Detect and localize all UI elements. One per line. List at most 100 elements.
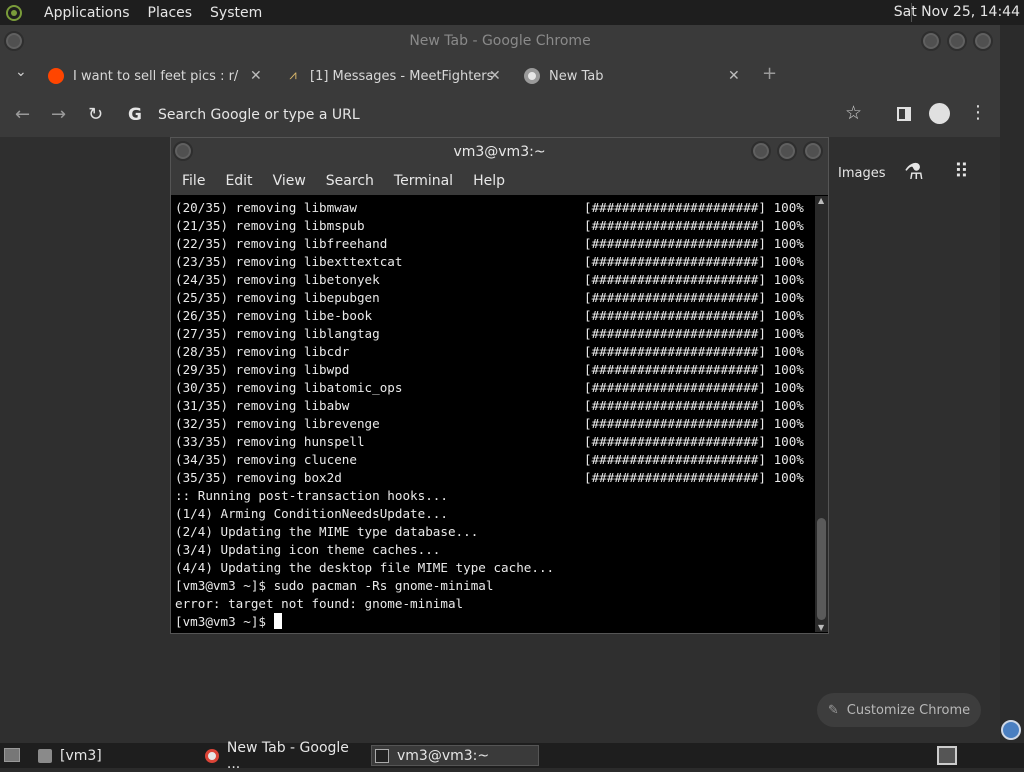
maximize-button[interactable] — [947, 31, 967, 51]
tab-close-icon[interactable]: ✕ — [250, 68, 262, 84]
removal-text: (25/35) removing libepubgen — [175, 290, 380, 305]
progress-percent: 100% — [773, 272, 804, 287]
progress-bar-text: [######################] — [584, 470, 774, 485]
profile-avatar-icon[interactable] — [929, 103, 950, 124]
reddit-icon — [48, 68, 64, 84]
taskbar-item-folder[interactable]: [vm3] — [38, 745, 198, 766]
terminal-line: (35/35) removing box2d [#################… — [175, 469, 816, 487]
minimize-button[interactable] — [751, 141, 771, 161]
terminal-line: (33/35) removing hunspell [##############… — [175, 433, 816, 451]
removal-text: (26/35) removing libe-book — [175, 308, 373, 323]
menu-edit[interactable]: Edit — [225, 173, 252, 189]
text-cursor — [273, 613, 282, 629]
tab-reddit[interactable]: I want to sell feet pics : r/side ✕ — [48, 61, 266, 91]
tab-meetfighters[interactable]: ⩘ [1] Messages - MeetFighters ✕ — [285, 61, 507, 91]
tab-close-icon[interactable]: ✕ — [728, 68, 740, 84]
menu-terminal[interactable]: Terminal — [394, 173, 453, 189]
minimize-button[interactable] — [921, 31, 941, 51]
window-menu-button[interactable] — [173, 141, 193, 161]
terminal-output[interactable]: (20/35) removing libmwaw [###############… — [171, 196, 816, 632]
progress-bar-text: [######################] — [584, 290, 774, 305]
progress-percent: 100% — [773, 254, 804, 269]
terminal-line: (22/35) removing libfreehand [###########… — [175, 235, 816, 253]
labs-flask-icon[interactable]: ⚗ — [904, 160, 924, 185]
workspace-switcher[interactable] — [937, 746, 957, 765]
menu-applications[interactable]: Applications — [44, 5, 130, 21]
terminal-titlebar[interactable]: vm3@vm3:~ — [171, 138, 828, 166]
taskbar-item-chrome[interactable]: New Tab - Google ... — [205, 740, 365, 772]
terminal-line: (31/35) removing libabw [################… — [175, 397, 816, 415]
menu-file[interactable]: File — [182, 173, 205, 189]
menu-help[interactable]: Help — [473, 173, 505, 189]
terminal-line: (3/4) Updating icon theme caches... — [175, 542, 441, 557]
terminal-line: (23/35) removing libexttextcat [#########… — [175, 253, 816, 271]
network-globe-icon[interactable] — [1001, 720, 1021, 740]
scroll-down-icon[interactable]: ▼ — [818, 623, 824, 632]
terminal-menubar: File Edit View Search Terminal Help — [171, 166, 828, 195]
clock[interactable]: Sat Nov 25, 14:44 — [894, 4, 1020, 20]
progress-bar-text: [######################] — [584, 344, 774, 359]
show-desktop-icon[interactable] — [4, 748, 20, 762]
terminal-line: (20/35) removing libmwaw [###############… — [175, 199, 816, 217]
omnibox[interactable]: G Search Google or type a URL — [118, 98, 878, 132]
progress-bar-text: [######################] — [584, 218, 774, 233]
progress-bar-text: [######################] — [584, 236, 774, 251]
chrome-titlebar[interactable]: New Tab - Google Chrome — [0, 25, 1000, 57]
google-g-icon: G — [128, 105, 142, 125]
progress-percent: 100% — [773, 416, 804, 431]
bookmark-star-icon[interactable]: ☆ — [845, 102, 862, 124]
back-arrow-icon[interactable]: ← — [15, 104, 30, 125]
close-button[interactable] — [973, 31, 993, 51]
kebab-menu-icon[interactable]: ⋮ — [969, 102, 987, 123]
tab-new-tab[interactable]: New Tab ✕ — [524, 61, 742, 91]
top-panel: Applications Places System Sat Nov 25, 1… — [0, 0, 1024, 25]
progress-bar-text: [######################] — [584, 416, 774, 431]
new-tab-plus-icon[interactable]: + — [762, 63, 777, 84]
forward-arrow-icon[interactable]: → — [51, 104, 66, 125]
removal-lines: (20/35) removing libmwaw [###############… — [175, 199, 816, 487]
customize-chrome-button[interactable]: ✎ Customize Chrome — [817, 693, 981, 727]
close-button[interactable] — [803, 141, 823, 161]
scroll-up-icon[interactable]: ▲ — [818, 196, 824, 205]
terminal-line: (2/4) Updating the MIME type database... — [175, 524, 479, 539]
terminal-window: vm3@vm3:~ File Edit View Search Terminal… — [170, 137, 829, 634]
tab-search-chevron-icon[interactable]: ⌄ — [15, 64, 27, 80]
taskbar-item-terminal[interactable]: vm3@vm3:~ — [371, 745, 539, 766]
tail-lines: :: Running post-transaction hooks... (1/4… — [175, 487, 816, 613]
removal-text: (35/35) removing box2d — [175, 470, 342, 485]
progress-bar-text: [######################] — [584, 308, 774, 323]
menu-system[interactable]: System — [210, 5, 262, 21]
progress-bar-text: [######################] — [584, 326, 774, 341]
apps-grid-icon[interactable]: ⠿ — [954, 159, 969, 183]
terminal-line: (27/35) removing liblangtag [############… — [175, 325, 816, 343]
chrome-window-title: New Tab - Google Chrome — [409, 33, 591, 49]
menu-places[interactable]: Places — [148, 5, 193, 21]
terminal-line: (29/35) removing libwpd [################… — [175, 361, 816, 379]
terminal-scrollbar[interactable]: ▲ ▼ — [815, 196, 828, 632]
ntp-images-link[interactable]: Images — [838, 166, 886, 181]
menu-search[interactable]: Search — [326, 173, 374, 189]
removal-text: (31/35) removing libabw — [175, 398, 350, 413]
distro-logo-icon[interactable] — [6, 4, 22, 21]
progress-percent: 100% — [773, 308, 804, 323]
menu-view[interactable]: View — [273, 173, 306, 189]
reload-icon[interactable]: ↻ — [88, 104, 103, 125]
window-menu-button[interactable] — [4, 31, 24, 51]
progress-percent: 100% — [773, 218, 804, 233]
scrollbar-thumb[interactable] — [817, 518, 826, 620]
maximize-button[interactable] — [777, 141, 797, 161]
removal-text: (23/35) removing libexttextcat — [175, 254, 403, 269]
progress-percent: 100% — [773, 380, 804, 395]
tab-close-icon[interactable]: ✕ — [489, 68, 501, 84]
side-panel-icon[interactable] — [897, 107, 911, 121]
taskbar-item-folder-label: [vm3] — [60, 747, 102, 764]
removal-text: (28/35) removing libcdr — [175, 344, 350, 359]
terminal-line: (21/35) removing libmspub [##############… — [175, 217, 816, 235]
terminal-title: vm3@vm3:~ — [453, 144, 546, 160]
omnibox-placeholder: Search Google or type a URL — [158, 107, 360, 123]
progress-bar-text: [######################] — [584, 272, 774, 287]
chrome-toolbar: ← → ↻ G Search Google or type a URL ☆ ⋮ — [0, 93, 1000, 137]
terminal-line: error: target not found: gnome-minimal — [175, 596, 464, 611]
terminal-line: (24/35) removing libetonyek [############… — [175, 271, 816, 289]
progress-percent: 100% — [773, 362, 804, 377]
